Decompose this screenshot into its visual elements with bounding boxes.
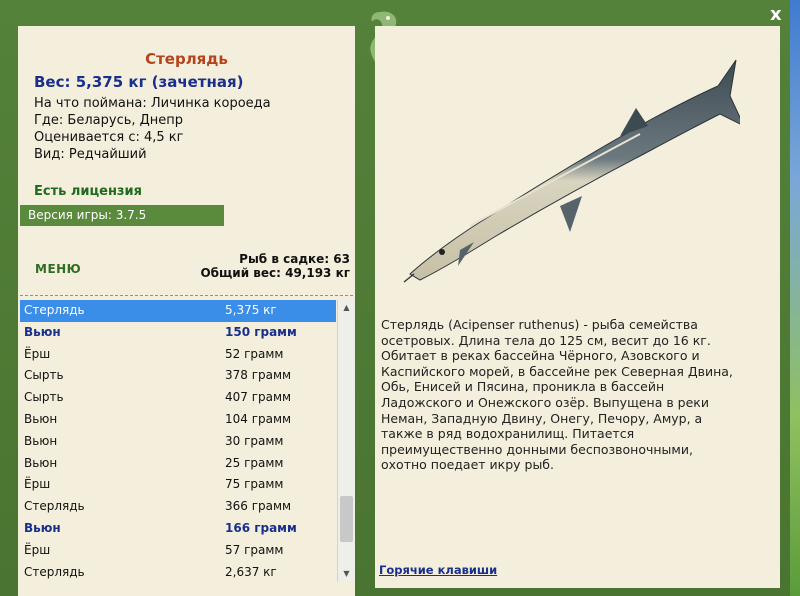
catch-fish-name: Сырть	[24, 390, 64, 405]
catch-fish-weight: 166 грамм	[225, 520, 297, 535]
catch-fish-name: Вьюн	[24, 411, 58, 426]
catch-fish-weight: 150 грамм	[225, 324, 297, 339]
fish-info-panel: Стерлядь Вес: 5,375 кг (зачетная) На что…	[18, 26, 355, 596]
catch-fish-name: Вьюн	[24, 324, 61, 339]
total-weight: Общий вес: 49,193 кг	[200, 266, 350, 280]
catch-fish-name: Ёрш	[24, 346, 51, 361]
catch-fish-weight: 407 грамм	[225, 390, 292, 405]
menu-button[interactable]: МЕНЮ	[35, 262, 81, 276]
catch-fish-weight: 30 грамм	[225, 433, 284, 448]
catch-fish-name: Стерлядь	[24, 499, 85, 514]
list-scrollbar[interactable]: ▲ ▼	[337, 300, 355, 582]
catch-list-row[interactable]: Вьюн 150 грамм	[20, 322, 336, 344]
cage-stats: Рыб в садке: 63 Общий вес: 49,193 кг	[200, 252, 350, 280]
location-info: Где: Беларусь, Днепр	[34, 113, 184, 128]
fish-name: Стерлядь	[145, 50, 228, 68]
catch-list-row[interactable]: Ёрш 52 грамм	[20, 344, 336, 366]
close-icon[interactable]: x	[770, 4, 782, 25]
catch-fish-name: Вьюн	[24, 455, 58, 470]
scrollbar-thumb[interactable]	[340, 496, 353, 542]
fish-description: Стерлядь (Acipenser ruthenus) - рыба сем…	[381, 317, 733, 473]
catch-list-row[interactable]: Стерлядь 2,637 кг	[20, 562, 336, 584]
catch-list: Стерлядь 5,375 кг Вьюн 150 грамм Ёрш 52 грамм…	[20, 300, 336, 596]
catch-fish-weight: 52 грамм	[225, 346, 284, 361]
hotkeys-link[interactable]: Горячие клавиши	[379, 563, 497, 577]
catch-fish-weight: 75 грамм	[225, 477, 284, 492]
sterlet-fish-image	[403, 59, 740, 283]
catch-list-row[interactable]: Вьюн 104 грамм	[20, 409, 336, 431]
catch-fish-weight: 366 грамм	[225, 499, 292, 514]
background-edge	[790, 0, 800, 596]
kind-info: Вид: Редчайший	[34, 147, 147, 162]
catch-list-row[interactable]: Сырть 378 грамм	[20, 365, 336, 387]
catch-fish-weight: 104 грамм	[225, 411, 292, 426]
fish-description-panel: Стерлядь (Acipenser ruthenus) - рыба сем…	[375, 26, 780, 588]
arrow-down-icon[interactable]: ▼	[338, 566, 355, 582]
fish-count: Рыб в садке: 63	[239, 252, 350, 266]
catch-list-row[interactable]: Сырть 407 грамм	[20, 387, 336, 409]
license-status: Есть лицензия	[34, 184, 142, 199]
catch-list-row[interactable]: Вьюн 25 грамм	[20, 453, 336, 475]
valued-from-info: Оценивается с: 4,5 кг	[34, 130, 184, 145]
game-version: Версия игры: 3.7.5	[20, 205, 224, 226]
catch-list-row[interactable]: Вьюн 30 грамм	[20, 431, 336, 453]
catch-fish-name: Стерлядь	[24, 564, 85, 579]
catch-fish-name: Вьюн	[24, 520, 61, 535]
catch-fish-weight: 2,637 кг	[225, 564, 277, 579]
catch-list-row[interactable]: Ёрш 75 грамм	[20, 474, 336, 496]
catch-list-row[interactable]: Вьюн 166 грамм	[20, 518, 336, 540]
catch-fish-weight: 57 грамм	[225, 542, 284, 557]
fish-weight: Вес: 5,375 кг (зачетная)	[34, 73, 244, 91]
catch-list-row[interactable]: Ёрш 57 грамм	[20, 540, 336, 562]
catch-list-row[interactable]: Стерлядь 366 грамм	[20, 496, 336, 518]
catch-fish-name: Вьюн	[24, 433, 58, 448]
arrow-up-icon[interactable]: ▲	[338, 300, 355, 316]
catch-fish-name: Ёрш	[24, 477, 51, 492]
catch-list-row[interactable]: Стерлядь 5,375 кг	[20, 300, 336, 322]
divider	[20, 295, 353, 296]
catch-fish-weight: 378 грамм	[225, 368, 292, 383]
catch-fish-weight: 5,375 кг	[225, 303, 277, 317]
catch-fish-name: Стерлядь	[24, 303, 85, 317]
catch-fish-name: Сырть	[24, 368, 64, 383]
bait-info: На что поймана: Личинка короеда	[34, 96, 271, 111]
catch-fish-weight: 25 грамм	[225, 455, 284, 470]
catch-fish-name: Ёрш	[24, 542, 51, 557]
